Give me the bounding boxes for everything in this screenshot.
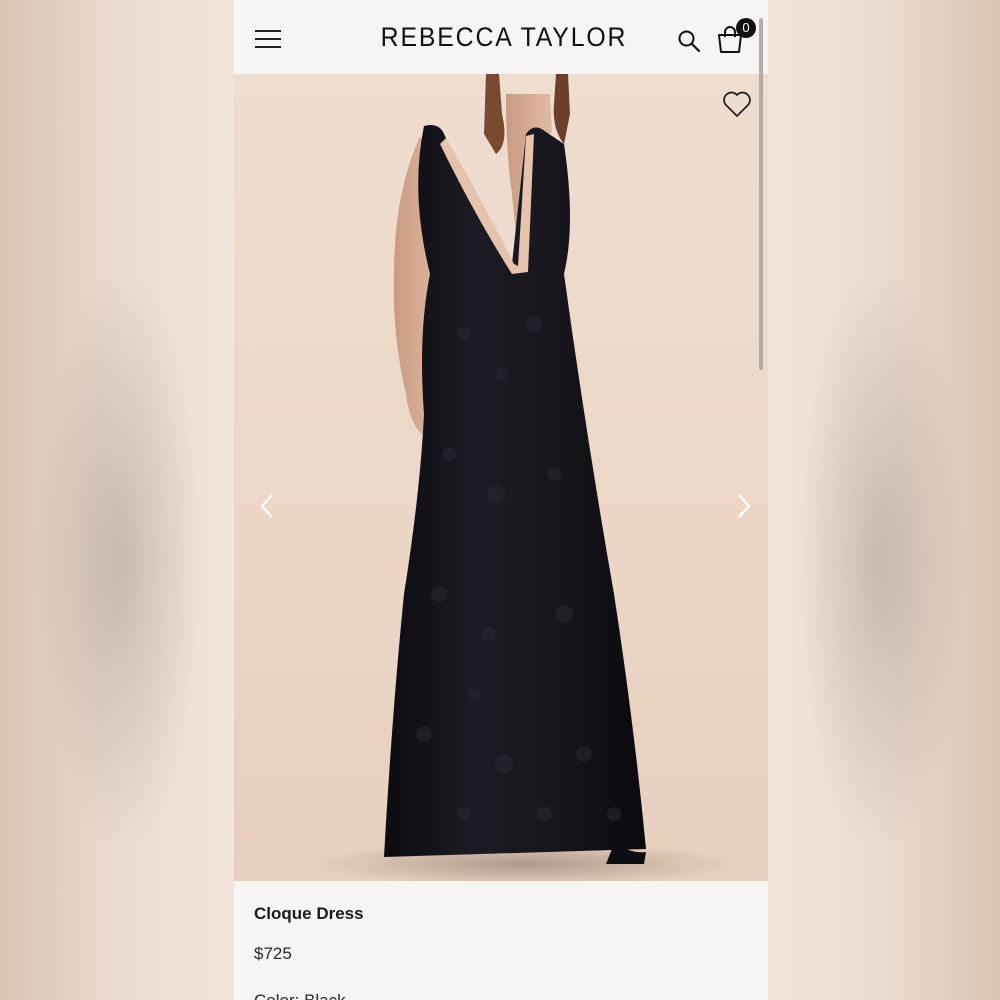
heart-icon[interactable] (722, 90, 752, 118)
product-photo (314, 74, 734, 881)
chevron-left-icon[interactable] (258, 492, 276, 520)
product-color: Color: Black (254, 991, 346, 1000)
chevron-right-icon[interactable] (735, 492, 753, 520)
brand-logo[interactable]: REBECCA TAYLOR (366, 22, 642, 53)
site-header: REBECCA TAYLOR 0 (234, 0, 768, 74)
menu-icon[interactable] (255, 28, 281, 50)
cart-count-badge[interactable]: 0 (736, 18, 756, 38)
product-price: $725 (254, 944, 292, 963)
product-name: Cloque Dress (254, 904, 364, 923)
search-icon[interactable] (677, 29, 701, 53)
product-image-carousel[interactable] (234, 74, 768, 881)
scrollbar[interactable] (759, 18, 763, 370)
phone-screen: REBECCA TAYLOR 0 Cloque Dress $725 (234, 0, 768, 1000)
product-info: Cloque Dress $725 Color: Black (234, 881, 768, 1000)
